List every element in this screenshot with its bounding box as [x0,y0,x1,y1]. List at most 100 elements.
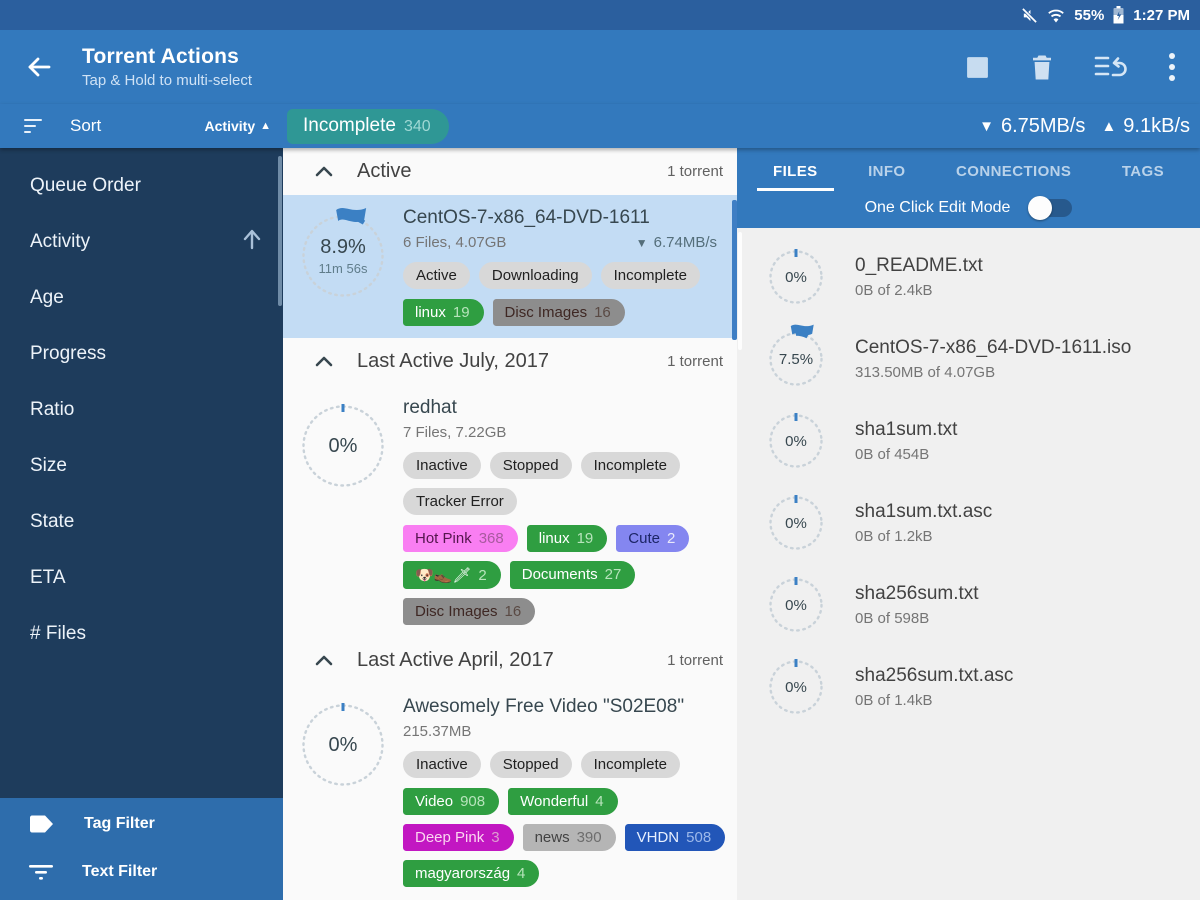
edit-mode-toggle[interactable] [1030,199,1072,217]
tag-label: Cute [628,530,660,547]
sidebar-item-label: Size [30,455,67,477]
file-info: sha1sum.txt 0B of 454B [855,419,957,463]
tag-pill[interactable]: Disc Images 16 [493,299,625,326]
overflow-menu-button[interactable] [1168,52,1176,82]
torrent-meta: 6 Files, 4.07GB [403,234,506,251]
file-row[interactable]: 0% sha1sum.txt.asc 0B of 1.2kB [737,482,1200,564]
tag-pill[interactable]: Disc Images 16 [403,598,535,625]
tab-connections[interactable]: CONNECTIONS [940,159,1087,191]
sidebar-item-progress[interactable]: Progress [0,326,283,382]
tag-label: Deep Pink [415,829,484,846]
sidebar-filter-section: Tag Filter Text Filter [0,798,283,900]
torrent-row[interactable]: 0% Awesomely Free Video "S02E08" 215.37M… [283,684,737,899]
sidebar-item-queue-order[interactable]: Queue Order [0,158,283,214]
select-all-button[interactable] [965,55,990,80]
download-speed: ▼ 6.75MB/s [979,115,1085,138]
tab-info[interactable]: INFO [852,159,921,191]
file-row[interactable]: 0% sha256sum.txt.asc 0B of 1.4kB [737,646,1200,728]
battery-icon [1113,6,1124,24]
filter-label: Tag Filter [84,815,155,833]
file-row[interactable]: 7.5% CentOS-7-x86_64-DVD-1611.iso 313.50… [737,318,1200,400]
page-title: Torrent Actions [82,45,252,69]
tag-label: news [535,829,570,846]
tag-pill[interactable]: Wonderful 4 [508,788,617,815]
sort-control[interactable]: Sort Activity ▲ [0,115,283,137]
section-header-last-active-july-2017[interactable]: Last Active July, 2017 1 torrent [283,338,737,385]
sort-value[interactable]: Activity ▲ [205,118,271,134]
section-count: 1 torrent [667,163,723,180]
status-chip: Active [403,262,470,289]
sidebar-item-eta[interactable]: ETA [0,550,283,606]
file-list-scrollbar[interactable] [738,232,742,350]
appbar-actions [965,52,1184,82]
sidebar-item-ratio[interactable]: Ratio [0,382,283,438]
status-chips: ActiveDownloadingIncomplete [403,262,729,289]
progress-percent: 8.9% [320,236,366,259]
tag-pill[interactable]: VHDN 508 [625,824,726,851]
sidebar-item-size[interactable]: Size [0,438,283,494]
section-count: 1 torrent [667,652,723,669]
details-panel: FILES INFO CONNECTIONS TAGS One Click Edit … [737,148,1200,900]
back-button[interactable] [16,45,60,89]
file-size-progress: 0B of 2.4kB [855,282,983,299]
torrent-meta: 7 Files, 7.22GB [403,424,506,441]
torrent-list: Active 1 torrent 8.9%11m 56s CentOS-7-x8… [283,148,737,900]
progress-percent: 0% [785,433,807,450]
edit-mode-label: One Click Edit Mode [865,199,1011,217]
tag-pill[interactable]: Video 908 [403,788,499,815]
tag-label: Hot Pink [415,530,472,547]
reorder-list-button[interactable] [1094,54,1128,80]
tag-pill[interactable]: Hot Pink 368 [403,525,518,552]
sidebar-item-state[interactable]: State [0,494,283,550]
sort-value-label: Activity [205,118,256,134]
file-size-progress: 0B of 454B [855,446,957,463]
tag-pill[interactable]: magyarország 4 [403,860,539,887]
tag-pill[interactable]: linux 19 [403,299,484,326]
tag-count: 19 [453,304,470,321]
torrent-info: CentOS-7-x86_64-DVD-1611 6 Files, 4.07GB… [403,203,737,326]
sidebar-scrollbar[interactable] [278,156,282,306]
tab-files[interactable]: FILES [757,159,834,191]
tag-pill[interactable]: Deep Pink 3 [403,824,514,851]
sidebar-item-label: Activity [30,231,90,253]
tag-pill[interactable]: news 390 [523,824,616,851]
file-row[interactable]: 0% sha256sum.txt 0B of 598B [737,564,1200,646]
active-filter-chip[interactable]: Incomplete 340 [287,109,449,144]
torrent-row[interactable]: 8.9%11m 56s CentOS-7-x86_64-DVD-1611 6 F… [283,195,737,338]
tag-pill[interactable]: Cute 2 [616,525,689,552]
progress-circle: 0% [767,412,825,470]
section-header-last-active-april-2017[interactable]: Last Active April, 2017 1 torrent [283,637,737,684]
upload-icon: ▲ [1101,118,1116,135]
tag-count: 2 [667,530,675,547]
progress-circle: 0% [767,658,825,716]
sidebar-text-filter[interactable]: Text Filter [0,848,283,896]
file-name: CentOS-7-x86_64-DVD-1611.iso [855,337,1131,359]
tag-pill[interactable]: 🐶👞🗡 2 [403,561,501,589]
torrent-name: Awesomely Free Video "S02E08" [403,696,729,718]
status-chip: Stopped [490,452,572,479]
sidebar-item-label: Ratio [30,399,74,421]
status-chip: Inactive [403,452,481,479]
tag-pill[interactable]: linux 19 [527,525,608,552]
file-row[interactable]: 0% sha1sum.txt 0B of 454B [737,400,1200,482]
sidebar-item-files[interactable]: # Files [0,606,283,662]
torrent-row[interactable]: 0% redhat 7 Files, 7.22GB InactiveStoppe… [283,385,737,637]
file-row[interactable]: 0% 0_README.txt 0B of 2.4kB [737,236,1200,318]
section-header-active[interactable]: Active 1 torrent [283,148,737,195]
tag-label: linux [415,304,446,321]
tab-tags[interactable]: TAGS [1106,159,1180,191]
section-title: Last Active April, 2017 [357,649,554,672]
delete-button[interactable] [1030,54,1054,81]
sidebar-tag-filter[interactable]: Tag Filter [0,800,283,848]
status-chip: Inactive [403,751,481,778]
tag-pill[interactable]: Documents 27 [510,561,636,589]
progress-percent: 7.5% [779,351,813,368]
sidebar-item-age[interactable]: Age [0,270,283,326]
tag-label: Disc Images [415,603,498,620]
status-chip: Incomplete [581,452,680,479]
tag-count: 2 [478,567,486,584]
collapse-chevron-icon [315,356,333,367]
file-size-progress: 0B of 598B [855,610,979,627]
sidebar-item-activity[interactable]: Activity [0,214,283,270]
file-info: CentOS-7-x86_64-DVD-1611.iso 313.50MB of… [855,337,1131,381]
